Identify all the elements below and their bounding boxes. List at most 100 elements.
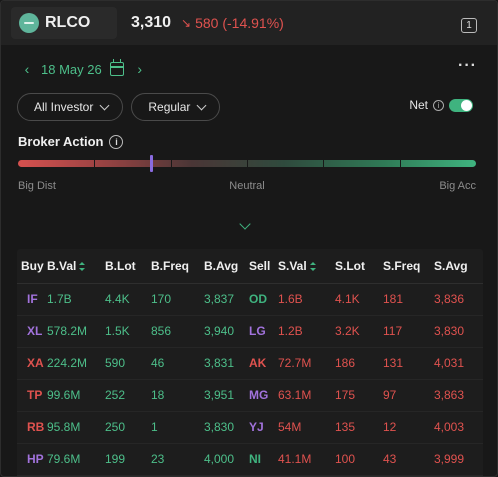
price-change-value: 580 (-14.91%) (195, 15, 284, 31)
investor-dropdown[interactable]: All Investor (17, 93, 124, 121)
col-header-bavg: B.Avg (204, 249, 249, 284)
chevron-left-icon[interactable]: ‹ (17, 61, 37, 77)
net-toggle[interactable] (449, 98, 473, 112)
cell-bfreq: 856 (151, 315, 204, 348)
selected-date[interactable]: 18 May 26 (41, 62, 102, 77)
table-row[interactable]: XL 578.2M 1.5K 856 3,940 LG 1.2B 3.2K 117 3,830 (17, 315, 483, 348)
investor-dropdown-label: All Investor (34, 100, 94, 114)
info-icon[interactable]: i (109, 134, 124, 149)
company-logo-icon (19, 13, 39, 33)
table-row[interactable]: HP 79.6M 199 23 4,000 NI 41.1M 100 43 3,999 (17, 443, 483, 476)
broker-code-sell[interactable]: MG (249, 379, 278, 412)
broker-action-title: Broker Action i (18, 134, 124, 149)
cell-slot: 135 (335, 411, 383, 444)
cell-bval: 578.2M (47, 315, 105, 348)
broker-action-label: Broker Action (18, 134, 104, 149)
broker-code-sell[interactable]: OD (249, 283, 278, 316)
col-header-bval[interactable]: B.Val (47, 249, 105, 284)
broker-code-buy[interactable]: XA (17, 347, 47, 380)
cell-bavg: 3,951 (204, 379, 249, 412)
cell-sfreq: 12 (383, 411, 434, 444)
cell-bavg: 3,837 (204, 283, 249, 316)
cell-bval: 99.6M (47, 379, 105, 412)
price-change: ↘ 580 (-14.91%) (181, 15, 284, 31)
gauge-divider (399, 160, 401, 167)
broker-code-sell[interactable]: AK (249, 347, 278, 380)
col-header-bval-label: B.Val (47, 258, 77, 273)
broker-code-sell[interactable]: LG (249, 315, 278, 348)
chevron-down-icon[interactable] (239, 218, 251, 230)
cell-bfreq: 170 (151, 283, 204, 316)
cell-sfreq: 181 (383, 283, 434, 316)
broker-summary-window: RLCO 3,310 ↘ 580 (-14.91%) 1 ‹ 18 May 26… (0, 0, 498, 477)
date-navigator: ‹ 18 May 26 › ··· (1, 57, 497, 81)
cell-savg: 3,830 (434, 315, 483, 348)
broker-code-buy[interactable]: XL (17, 315, 47, 348)
ticker-selector[interactable]: RLCO (11, 7, 117, 39)
cell-sval: 72.7M (278, 347, 335, 380)
broker-action-gauge (18, 155, 476, 172)
info-icon[interactable]: i (433, 99, 444, 111)
cell-bfreq: 46 (151, 347, 204, 380)
col-header-slot: S.Lot (335, 249, 383, 284)
cell-savg: 4,003 (434, 411, 483, 444)
cell-bval: 1.7B (47, 283, 105, 316)
cell-bavg: 4,000 (204, 443, 249, 476)
col-header-bfreq: B.Freq (151, 249, 204, 284)
cell-slot: 100 (335, 443, 383, 476)
gauge-label-neutral: Neutral (229, 180, 265, 192)
cell-savg: 3,999 (434, 443, 483, 476)
cell-savg: 3,836 (434, 283, 483, 316)
chevron-down-icon (99, 100, 110, 110)
col-header-sval-label: S.Val (278, 258, 307, 273)
gauge-divider (323, 160, 325, 167)
gauge-divider (170, 160, 172, 167)
col-header-sval[interactable]: S.Val (278, 249, 335, 284)
last-price: 3,310 (131, 14, 172, 31)
cell-slot: 186 (335, 347, 383, 380)
header-bar: RLCO 3,310 ↘ 580 (-14.91%) 1 (1, 1, 497, 45)
broker-code-buy[interactable]: IF (17, 283, 47, 316)
cell-blot: 199 (105, 443, 151, 476)
cell-bfreq: 1 (151, 411, 204, 444)
sort-icon[interactable] (309, 262, 316, 272)
broker-code-buy[interactable]: TP (17, 379, 47, 412)
filter-bar: All Investor Regular (17, 93, 221, 121)
cell-sval: 63.1M (278, 379, 335, 412)
table-header-row: Buy B.Val B.Lot B.Freq B.Avg Sell S.Val … (17, 249, 483, 284)
broker-code-buy[interactable]: RB (17, 411, 47, 444)
cell-sval: 54M (278, 411, 335, 444)
cell-slot: 175 (335, 379, 383, 412)
ticker-symbol: RLCO (45, 14, 91, 31)
net-toggle-group: Net i (409, 98, 473, 112)
cell-blot: 4.4K (105, 283, 151, 316)
cell-slot: 3.2K (335, 315, 383, 348)
broker-code-sell[interactable]: NI (249, 443, 278, 476)
cell-bavg: 3,940 (204, 315, 249, 348)
gauge-label-acc: Big Acc (439, 180, 476, 192)
gauge-divider (247, 160, 248, 167)
broker-code-sell[interactable]: YJ (249, 411, 278, 444)
gauge-marker (150, 155, 153, 172)
table-row[interactable]: XA 224.2M 590 46 3,831 AK 72.7M 186 131 4,031 (17, 347, 483, 380)
cell-bavg: 3,830 (204, 411, 249, 444)
broker-code-buy[interactable]: HP (17, 443, 47, 476)
sort-icon[interactable] (79, 262, 86, 272)
cell-sfreq: 43 (383, 443, 434, 476)
gauge-divider (94, 160, 96, 167)
cell-bfreq: 18 (151, 379, 204, 412)
market-dropdown[interactable]: Regular (131, 93, 221, 121)
chevron-right-icon[interactable]: › (130, 61, 150, 77)
calendar-icon[interactable] (109, 59, 124, 76)
table-row[interactable]: IF 1.7B 4.4K 170 3,837 OD 1.6B 4.1K 181 3,836 (17, 283, 483, 316)
col-header-sfreq: S.Freq (383, 249, 434, 284)
table-row[interactable]: TP 99.6M 252 18 3,951 MG 63.1M 175 97 3,863 (17, 379, 483, 412)
more-horizontal-icon[interactable]: ··· (458, 57, 477, 75)
cell-sval: 41.1M (278, 443, 335, 476)
window-count-badge[interactable]: 1 (461, 18, 477, 33)
cell-bval: 79.6M (47, 443, 105, 476)
cell-sfreq: 97 (383, 379, 434, 412)
cell-bavg: 3,831 (204, 347, 249, 380)
table-row[interactable]: RB 95.8M 250 1 3,830 YJ 54M 135 12 4,003 (17, 411, 483, 444)
col-header-savg: S.Avg (434, 249, 483, 284)
